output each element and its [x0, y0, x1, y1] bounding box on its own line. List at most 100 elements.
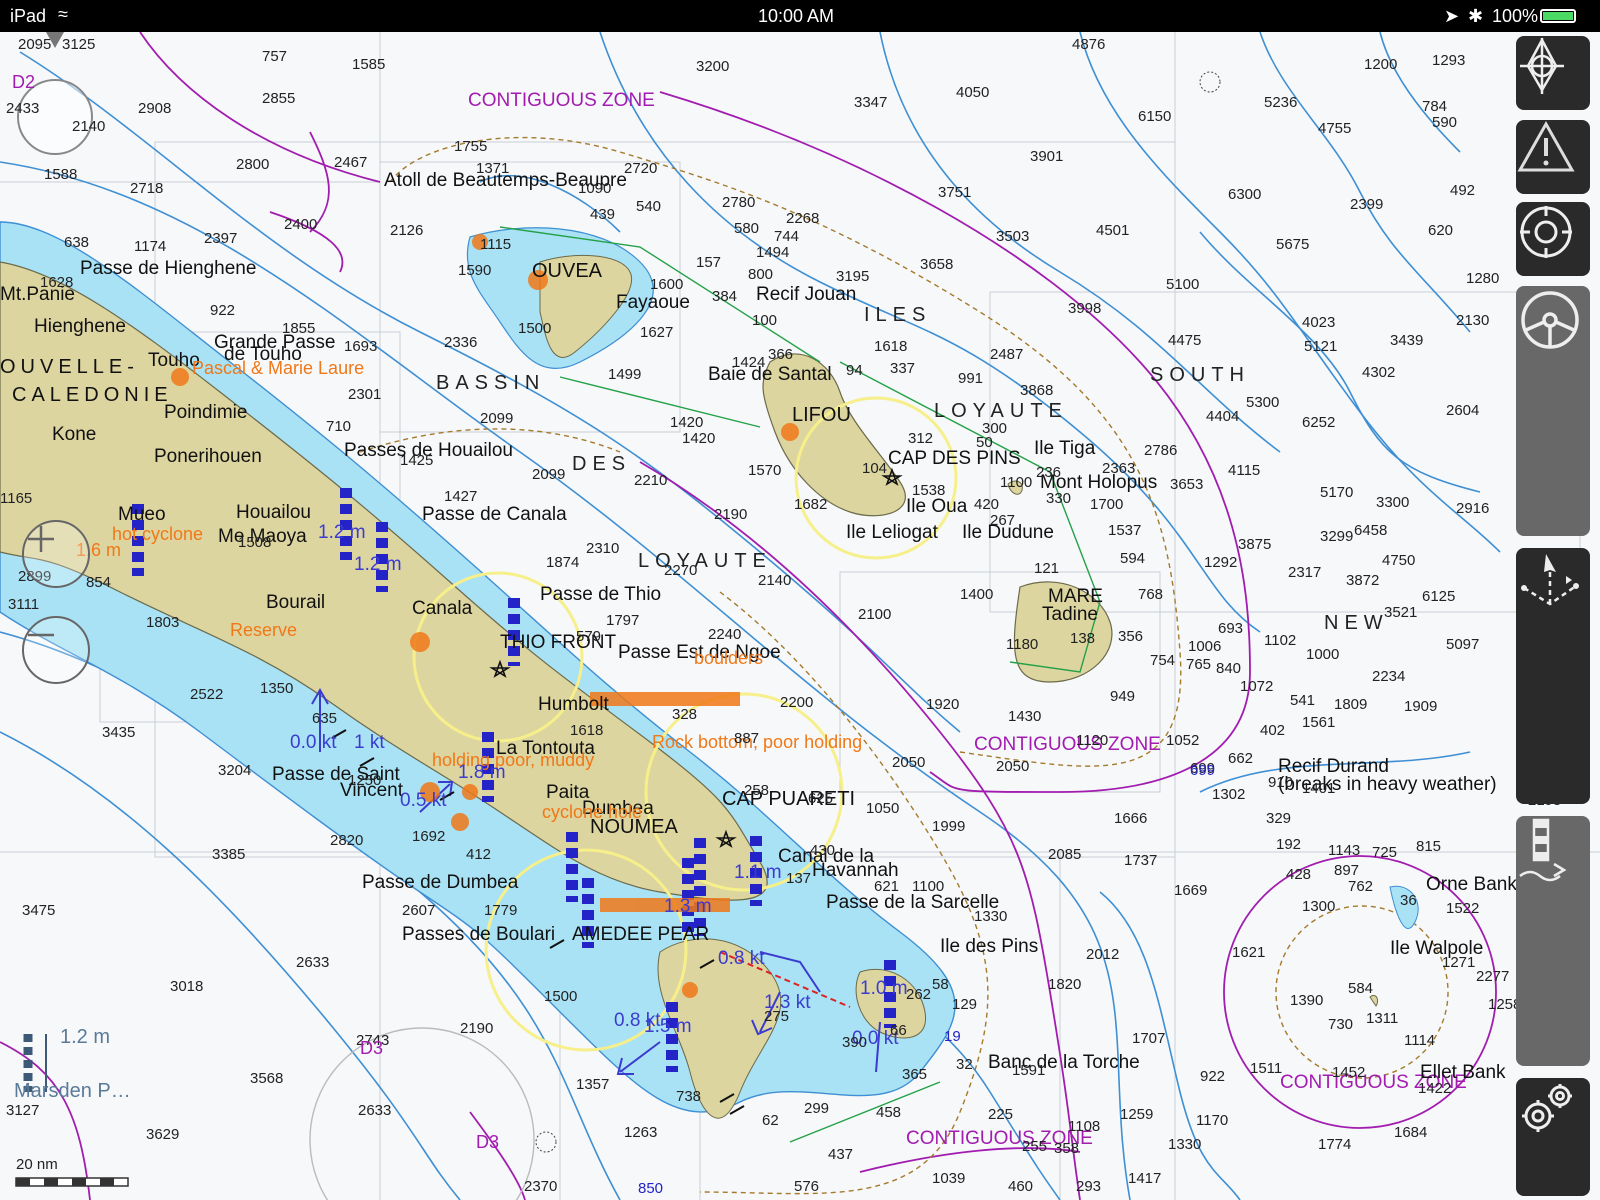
sounding: 3503 — [996, 228, 1030, 245]
sounding: 129 — [952, 996, 978, 1013]
sounding: 621 — [874, 878, 900, 895]
place-label: Ile Leliogat — [846, 522, 938, 543]
spot-height: 366 — [768, 346, 794, 363]
sounding: 2522 — [190, 686, 224, 703]
sounding: 1494 — [756, 244, 790, 261]
center-boat-button[interactable] — [1516, 36, 1590, 110]
zoom-in-button[interactable] — [22, 520, 90, 588]
sounding: 2607 — [402, 902, 436, 919]
sounding: 1618 — [570, 722, 604, 739]
place-label: Ile des Pins — [940, 936, 1039, 957]
sounding: 2336 — [444, 334, 478, 351]
spot-height: 104 — [862, 460, 888, 477]
sounding: 765 — [1186, 656, 1212, 673]
sea-label: BASSIN — [436, 372, 546, 394]
anchorage-note[interactable]: boulders — [694, 648, 763, 669]
nautical-chart[interactable]: CONTIGUOUS ZONE CONTIGUOUS ZONE CONTIGUO… — [0, 32, 1600, 1200]
sounding: 1522 — [1446, 900, 1480, 917]
place-label: OUVEA — [532, 260, 603, 282]
north-arrow-icon[interactable] — [46, 32, 64, 48]
tide-height[interactable]: 1.2 m — [318, 522, 366, 544]
plus-icon — [28, 526, 54, 552]
sounding: 1803 — [146, 614, 180, 631]
place-label: Passe de Canala — [422, 504, 567, 525]
sounding: 4050 — [956, 84, 990, 101]
place-label: Poindimie — [164, 402, 248, 423]
place-label: CAP PUARETI — [722, 788, 855, 810]
sounding: 1108 — [1068, 1118, 1101, 1135]
anchorage-note[interactable]: cyclone hole — [542, 802, 642, 823]
sounding: 1669 — [1174, 882, 1208, 899]
sounding: 1006 — [1188, 638, 1222, 655]
sounding: 1920 — [926, 696, 960, 713]
radar-button[interactable] — [1516, 202, 1590, 276]
sounding: 1855 — [282, 320, 316, 337]
sounding: 3658 — [920, 256, 954, 273]
route-button[interactable] — [1516, 548, 1590, 804]
current-speed[interactable]: 1 kt — [354, 732, 385, 754]
sounding: 2908 — [138, 100, 172, 117]
sounding: 2855 — [262, 90, 296, 107]
sounding: 2190 — [714, 506, 748, 523]
clock: 10:00 AM — [758, 6, 835, 26]
place-label: Ponerihouen — [154, 446, 262, 467]
sounding: 1508 — [238, 534, 272, 551]
sounding: 1311 — [1366, 1010, 1399, 1027]
sounding: 2604 — [1446, 402, 1480, 419]
sounding: 1170 — [1196, 1112, 1229, 1129]
anchorage-note[interactable]: Reserve — [230, 620, 297, 641]
sounding: 2310 — [586, 540, 620, 557]
tide-height[interactable]: 1.8 m — [458, 762, 506, 784]
sounding: 1627 — [640, 324, 674, 341]
sounding: 1682 — [794, 496, 828, 513]
sounding: 1585 — [352, 56, 386, 73]
sounding: 6252 — [1302, 414, 1336, 431]
current-speed[interactable]: 0.8 kt — [614, 1010, 660, 1032]
zoom-out-button[interactable] — [22, 616, 90, 684]
sounding: 1820 — [1048, 976, 1082, 993]
sounding: 6150 — [1138, 108, 1172, 125]
sounding: 66 — [890, 1022, 907, 1039]
sea-label: LOYAUTE — [638, 550, 772, 572]
tide-height[interactable]: 1.0 m — [860, 978, 908, 1000]
compass-icon — [1520, 37, 1564, 94]
place-label: Baie de Santal — [708, 364, 832, 385]
sounding: 2633 — [296, 954, 330, 971]
sounding: 4404 — [1206, 408, 1240, 425]
sounding: 32 — [956, 1056, 973, 1073]
current-speed[interactable]: 0.5 kt — [400, 790, 446, 812]
tides-button[interactable] — [1516, 816, 1590, 1066]
place-label: Ile Tiga — [1034, 438, 1096, 459]
sounding: 275 — [764, 1008, 790, 1025]
current-speed[interactable]: 0.0 kt — [290, 732, 336, 754]
sounding: 2190 — [460, 1020, 494, 1037]
sounding: 576 — [794, 1178, 820, 1195]
sounding: 1143 — [1328, 842, 1361, 859]
sounding: 3475 — [22, 902, 56, 919]
sounding: 2400 — [284, 216, 318, 233]
anchorage-note[interactable]: holding poor, muddy — [432, 750, 594, 771]
anchorage-note[interactable]: hot cyclone — [112, 524, 203, 545]
sounding: 430 — [810, 842, 836, 859]
spot-height: 138 — [1070, 630, 1096, 647]
tide-station-value[interactable]: 1.2 m — [60, 1026, 110, 1049]
autopilot-panel[interactable] — [1516, 286, 1590, 536]
place-label: Passe de Thio — [540, 584, 662, 605]
sounding: 4755 — [1318, 120, 1352, 137]
tide-height[interactable]: 1.1 m — [734, 862, 782, 884]
tide-height[interactable]: 1.3 m — [664, 896, 712, 918]
tide-height[interactable]: 1.2 m — [354, 554, 402, 576]
bluetooth-icon: ✱ — [1468, 6, 1484, 26]
settings-button[interactable] — [1516, 1078, 1590, 1196]
current-speed[interactable]: 0.8 kt — [718, 948, 764, 970]
sounding: 439 — [590, 206, 616, 223]
sounding: 922 — [210, 302, 236, 319]
alerts-button[interactable] — [1516, 120, 1590, 194]
sounding: 1755 — [454, 138, 488, 155]
anchorage-note[interactable]: Pascal & Marie Laure — [192, 358, 364, 379]
tide-station-name[interactable]: Marsden P… — [14, 1080, 131, 1103]
sounding: 3347 — [854, 94, 888, 111]
sounding: 2720 — [624, 160, 658, 177]
sounding: 910 — [1268, 774, 1294, 791]
sounding: 1500 — [544, 988, 578, 1005]
